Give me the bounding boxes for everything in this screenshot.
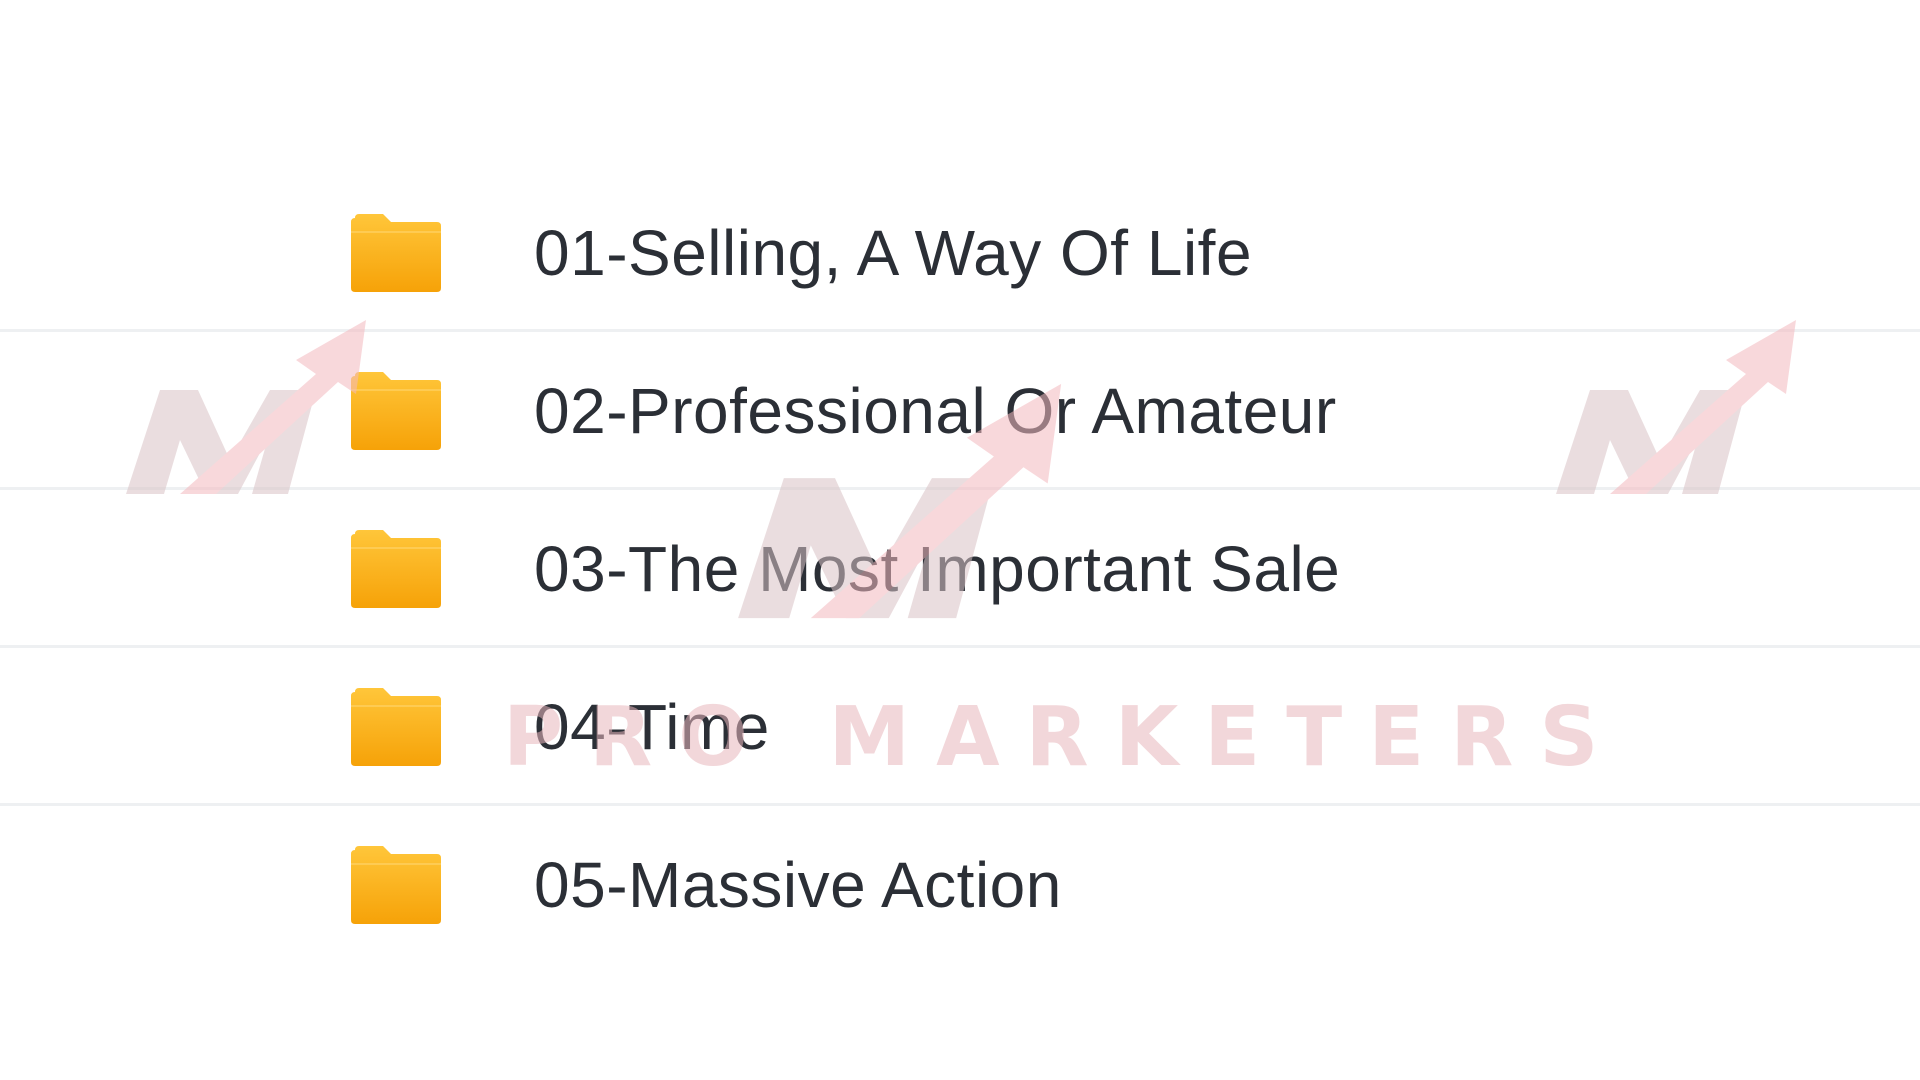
folder-name: 01-Selling, A Way Of Life — [534, 217, 1253, 289]
folder-row[interactable]: 02-Professional Or Amateur — [0, 332, 1920, 490]
folder-icon — [351, 372, 441, 450]
folder-row[interactable]: 05-Massive Action — [0, 806, 1920, 964]
folder-icon — [351, 530, 441, 608]
folder-list: 01-Selling, A Way Of Life 02-Professiona… — [0, 174, 1920, 964]
folder-icon — [351, 214, 441, 292]
folder-icon — [351, 688, 441, 766]
folder-name: 02-Professional Or Amateur — [534, 375, 1337, 447]
folder-row[interactable]: 03-The Most Important Sale — [0, 490, 1920, 648]
folder-name: 03-The Most Important Sale — [534, 533, 1341, 605]
folder-name: 05-Massive Action — [534, 849, 1062, 921]
file-browser: 01-Selling, A Way Of Life 02-Professiona… — [0, 0, 1920, 1080]
folder-row[interactable]: 01-Selling, A Way Of Life — [0, 174, 1920, 332]
folder-icon — [351, 846, 441, 924]
watermark-text: PRO MARKETERS — [503, 690, 1625, 785]
